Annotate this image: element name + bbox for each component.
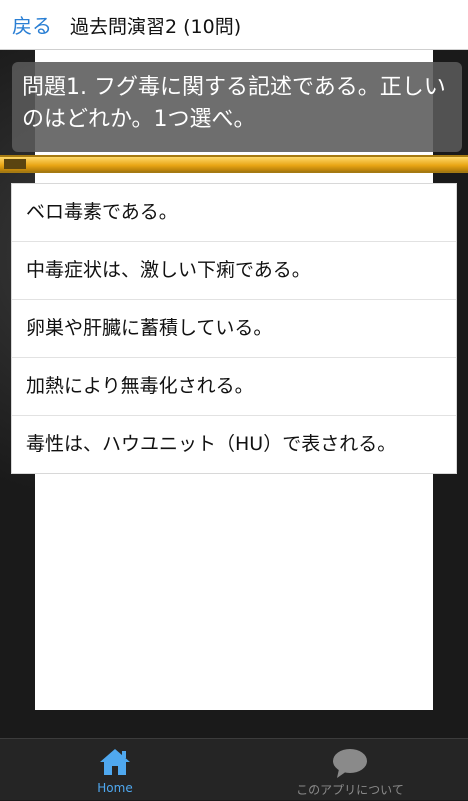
- answer-choice-3[interactable]: 卵巣や肝臓に蓄積している。: [12, 300, 456, 358]
- question-text: 問題1. フグ毒に関する記述である。正しいのはどれか。1つ選べ。: [12, 62, 462, 152]
- home-icon: [98, 747, 132, 781]
- progress-bar: [0, 155, 468, 173]
- answer-choice-1[interactable]: ベロ毒素である。: [12, 184, 456, 242]
- speech-bubble-icon: [331, 747, 369, 783]
- tab-about-label: このアプリについて: [296, 783, 404, 797]
- page-title: 過去問演習2 (10問): [70, 16, 242, 38]
- tab-home[interactable]: Home: [60, 739, 170, 801]
- back-button[interactable]: 戻る: [12, 10, 52, 39]
- progress-fill: [0, 157, 468, 171]
- answer-choice-5[interactable]: 毒性は、ハウユニット（HU）で表される。: [12, 416, 456, 473]
- tab-about-app[interactable]: このアプリについて: [270, 739, 430, 801]
- bottom-navigation: Home このアプリについて: [0, 738, 468, 800]
- tab-home-label: Home: [97, 781, 133, 795]
- answer-choices-list: ベロ毒素である。 中毒症状は、激しい下痢である。 卵巣や肝臓に蓄積している。 加…: [11, 183, 457, 474]
- answer-choice-4[interactable]: 加熱により無毒化される。: [12, 358, 456, 416]
- header-bar: 戻る 過去問演習2 (10問): [0, 0, 468, 50]
- progress-marker: [4, 159, 26, 169]
- answer-choice-2[interactable]: 中毒症状は、激しい下痢である。: [12, 242, 456, 300]
